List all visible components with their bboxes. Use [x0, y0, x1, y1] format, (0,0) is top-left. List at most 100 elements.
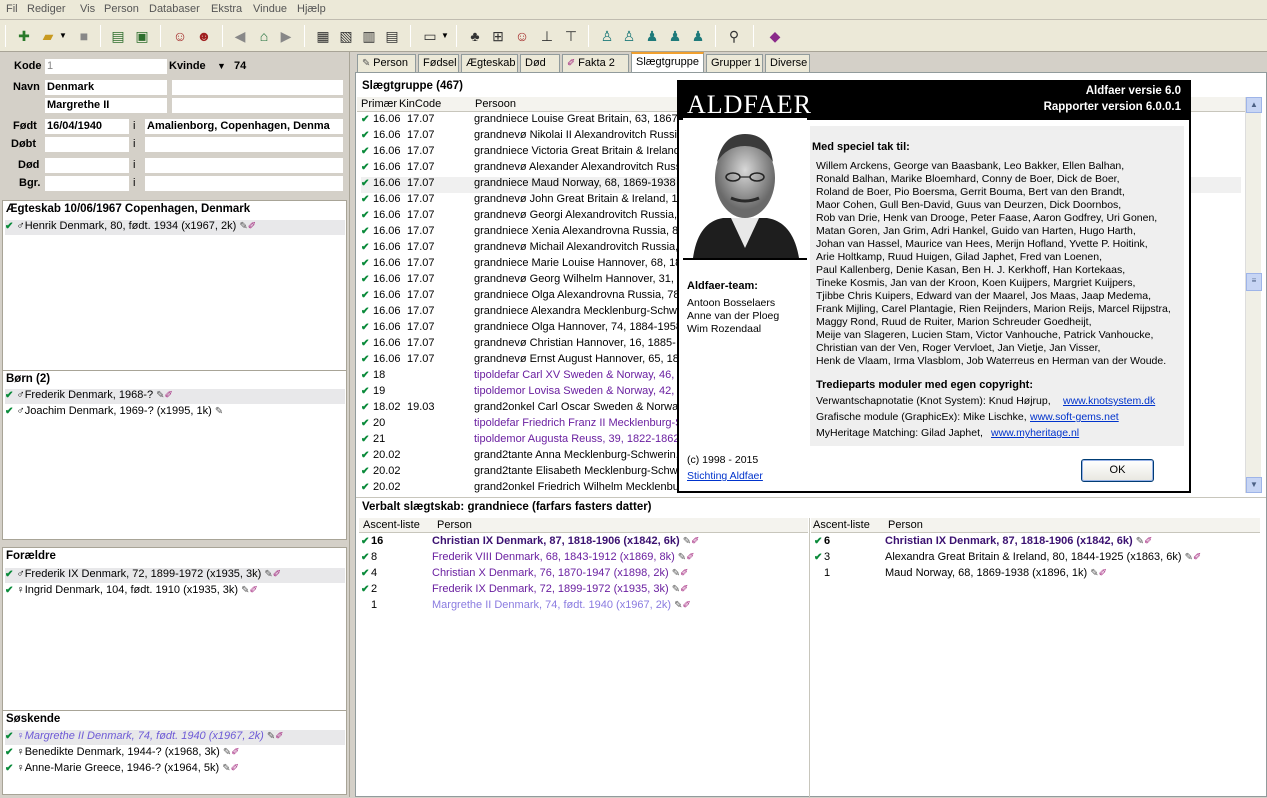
- pin-icon[interactable]: ✐: [250, 585, 258, 596]
- pencil-icon[interactable]: ✎: [156, 390, 164, 401]
- scroll-thumb[interactable]: ≡: [1246, 273, 1262, 291]
- list-item[interactable]: ✔ ♀Ingrid Denmark, 104, født. 1910 (x193…: [5, 584, 258, 599]
- descendants-icon[interactable]: ⊥: [537, 26, 557, 46]
- book-icon[interactable]: ◆: [765, 26, 785, 46]
- new-file-icon[interactable]: ✚: [14, 26, 34, 46]
- kode-field[interactable]: 1: [45, 59, 167, 74]
- list-item[interactable]: ✔ ♂Frederik IX Denmark, 72, 1899-1972 (x…: [5, 568, 345, 583]
- menu-fil[interactable]: Fil: [6, 3, 18, 15]
- open-folder-icon[interactable]: ▰: [38, 26, 58, 46]
- pin-icon[interactable]: ✐: [273, 569, 281, 580]
- chevron-down-icon[interactable]: ▼: [217, 61, 226, 71]
- pin-icon[interactable]: ✐: [231, 747, 239, 758]
- scroll-down-icon[interactable]: ▼: [1246, 477, 1262, 493]
- ok-button[interactable]: OK: [1081, 459, 1154, 482]
- tab-dod[interactable]: Død: [520, 54, 560, 72]
- list-item[interactable]: ✔ ♀Benedikte Denmark, 1944-? (x1968, 3k)…: [5, 746, 240, 761]
- firstname-field[interactable]: Margrethe II: [45, 98, 167, 113]
- col-ascent[interactable]: Ascent-liste: [363, 519, 420, 531]
- family-icon[interactable]: ♟: [665, 26, 685, 46]
- col-person[interactable]: Person: [888, 519, 923, 531]
- couple-icon[interactable]: ♟: [642, 26, 662, 46]
- stop-icon[interactable]: ■: [74, 26, 94, 46]
- report-view-icon[interactable]: ▤: [382, 26, 402, 46]
- list-item[interactable]: ✔ ♂Henrik Denmark, 80, født. 1934 (x1967…: [5, 220, 345, 235]
- pencil-icon[interactable]: ✎: [215, 406, 223, 417]
- burial-place-field[interactable]: [145, 176, 343, 191]
- list-item[interactable]: 1 Maud Norway, 68, 1869-1938 (x1896, 1k) …: [814, 567, 1260, 583]
- children-icon[interactable]: ♟: [688, 26, 708, 46]
- col-ascent[interactable]: Ascent-liste: [813, 519, 870, 531]
- pencil-icon[interactable]: ✎: [267, 731, 275, 742]
- tree-icon[interactable]: ♣: [465, 26, 485, 46]
- portrait-icon[interactable]: ☺: [512, 26, 532, 46]
- family-view-icon[interactable]: ▧: [336, 26, 356, 46]
- pencil-icon[interactable]: ✎: [1185, 552, 1193, 563]
- stichting-link[interactable]: Stichting Aldfaer: [687, 470, 763, 482]
- pencil-icon[interactable]: ✎: [672, 584, 680, 595]
- surname-extra-field[interactable]: [172, 80, 343, 95]
- pencil-icon[interactable]: ✎: [241, 585, 249, 596]
- pencil-icon[interactable]: ✎: [264, 569, 272, 580]
- person-2-icon[interactable]: ♙: [619, 26, 639, 46]
- dropdown-icon[interactable]: ▼: [58, 26, 68, 46]
- pin-icon[interactable]: ✐: [683, 600, 691, 611]
- search-icon[interactable]: ⚲: [724, 26, 744, 46]
- window-icon[interactable]: ▭: [420, 26, 440, 46]
- list-item[interactable]: ✔ ♀Anne-Marie Greece, 1946-? (x1964, 5k)…: [5, 762, 239, 777]
- tab-fodsel[interactable]: Fødsel: [418, 54, 459, 72]
- list-item[interactable]: ✔ ♂Joachim Denmark, 1969-? (x1995, 1k) ✎: [5, 405, 223, 420]
- menu-ekstra[interactable]: Ekstra: [211, 3, 242, 15]
- dropdown-icon[interactable]: ▼: [440, 26, 450, 46]
- tab-aegteskab[interactable]: Ægteskab: [461, 54, 518, 72]
- tree-2-icon[interactable]: ⊞: [488, 26, 508, 46]
- export-icon[interactable]: ▣: [132, 26, 152, 46]
- tab-fakta2[interactable]: ✐ Fakta 2: [562, 54, 629, 72]
- list-item[interactable]: ✔ 8 Frederik VIII Denmark, 68, 1843-1912 (…: [361, 551, 807, 567]
- baptism-date-field[interactable]: [45, 137, 129, 152]
- pencil-icon[interactable]: ✎: [672, 568, 680, 579]
- pin-icon[interactable]: ✐: [231, 763, 239, 774]
- pin-icon[interactable]: ✐: [691, 536, 699, 547]
- list-item[interactable]: ✔ 2 Frederik IX Denmark, 72, 1899-1972 (x1…: [361, 583, 807, 599]
- pencil-icon[interactable]: ✎: [222, 763, 230, 774]
- pencil-icon[interactable]: ✎: [678, 552, 686, 563]
- tab-slaegtgruppe[interactable]: Slægtgruppe: [631, 52, 704, 73]
- sex-label[interactable]: Kvinde: [169, 60, 206, 72]
- col-primaer[interactable]: Primær: [361, 98, 397, 110]
- list-item[interactable]: ✔ 4 Christian X Denmark, 76, 1870-1947 (x1…: [361, 567, 807, 583]
- back-arrow-icon[interactable]: ◀: [230, 26, 250, 46]
- list-view-icon[interactable]: ▦: [313, 26, 333, 46]
- forward-arrow-icon[interactable]: ▶: [276, 26, 296, 46]
- male-face-icon[interactable]: ☺: [170, 26, 190, 46]
- knotsystem-link[interactable]: www.knotsystem.dk: [1063, 395, 1155, 407]
- birth-date-field[interactable]: 16/04/1940: [45, 119, 129, 134]
- death-date-field[interactable]: [45, 158, 129, 173]
- pin-icon[interactable]: ✐: [1099, 568, 1107, 579]
- pencil-icon[interactable]: ✎: [674, 600, 682, 611]
- softgems-link[interactable]: www.soft-gems.net: [1030, 411, 1119, 423]
- tab-grupper1[interactable]: Grupper 1: [706, 54, 763, 72]
- pin-icon[interactable]: ✐: [1144, 536, 1152, 547]
- pin-icon[interactable]: ✐: [165, 390, 173, 401]
- birth-place-field[interactable]: Amalienborg, Copenhagen, Denma: [145, 119, 343, 134]
- list-item[interactable]: ✔ ♂Frederik Denmark, 1968-? ✎✐: [5, 389, 345, 404]
- import-icon[interactable]: ▤: [108, 26, 128, 46]
- surname-field[interactable]: Denmark: [45, 80, 167, 95]
- menu-vindue[interactable]: Vindue: [253, 3, 287, 15]
- myheritage-link[interactable]: www.myheritage.nl: [991, 427, 1079, 439]
- pencil-icon[interactable]: ✎: [1090, 568, 1098, 579]
- pencil-icon[interactable]: ✎: [239, 221, 247, 232]
- col-person[interactable]: Person: [437, 519, 472, 531]
- person-icon[interactable]: ♙: [597, 26, 617, 46]
- female-face-icon[interactable]: ☻: [194, 26, 214, 46]
- pin-icon[interactable]: ✐: [275, 731, 283, 742]
- card-view-icon[interactable]: ▥: [359, 26, 379, 46]
- kin-scrollbar[interactable]: ▲ ≡ ▼: [1245, 97, 1262, 493]
- pencil-icon[interactable]: ✎: [683, 536, 691, 547]
- list-item[interactable]: ✔ 16 Christian IX Denmark, 87, 1818-1906 (…: [361, 535, 807, 551]
- pencil-icon[interactable]: ✎: [1136, 536, 1144, 547]
- pin-icon[interactable]: ✐: [680, 584, 688, 595]
- list-item[interactable]: ✔ 6 Christian IX Denmark, 87, 1818-1906 (x…: [814, 535, 1260, 551]
- baptism-place-field[interactable]: [145, 137, 343, 152]
